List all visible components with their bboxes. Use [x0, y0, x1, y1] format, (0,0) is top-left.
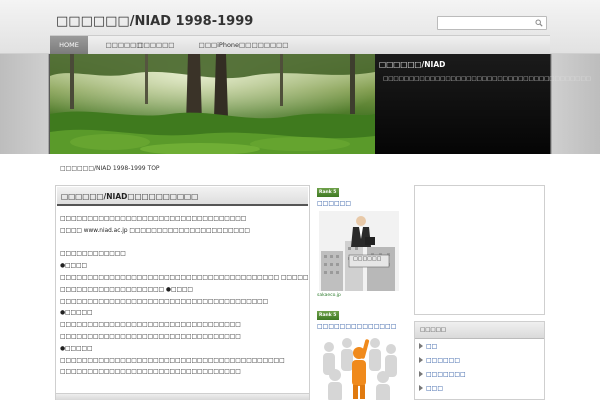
search-input[interactable] [438, 17, 534, 29]
ad-column: Rank 5 □□□□□□ □□□□□□ sakaeco.jp Rank 5 □… [313, 185, 409, 400]
nav-item-home[interactable]: HOME [50, 36, 88, 55]
article-line: □□□□□□□□□□□□□□□□□□□□□□□□□□□□□□□□□□□□□□□□… [60, 274, 308, 281]
sidebar-ad-box [414, 185, 545, 315]
article-line: □□□□ www.niad.ac.jp □□□□□□□□□□□□□□□□□□□□… [60, 227, 250, 234]
ad-link[interactable]: □□□□□□ [317, 200, 351, 207]
sidebar-panel-title: □□□□□ [415, 322, 544, 339]
article-line: □□□□□□□□□□□□□□□□□□□□□□□□□□□□□□□□□□□□□□ [60, 298, 269, 305]
ad-image-crowd[interactable] [319, 333, 399, 400]
search-box [437, 16, 547, 30]
article-line: □□□□□□□□□□□□□□□□□□□□□□□□□□□□□□□□□ [60, 333, 241, 340]
article-line: □□□□□□□□□□□□□□□□□□□□□□□□□□□□□□□□□□ [60, 216, 247, 222]
sidebar-item[interactable]: □□ [419, 342, 437, 352]
main-article: □□□□□□/NIAD□□□□□□□□□□ □□□□□□□□□□□□□□□□□□… [55, 185, 310, 400]
arrow-right-icon [419, 343, 423, 349]
article-line: □□□□□□□□□□□□□□□□□□□□□□□□□□□□□□□□□□□□□□□□… [60, 357, 285, 364]
rank-badge: Rank 5 [317, 188, 339, 197]
arrow-right-icon [419, 385, 423, 391]
article-line: ●□□□□ [60, 263, 87, 270]
nav-item-5[interactable]: □□□□□□ [240, 36, 300, 55]
article-line: □□□□□□□□□□□□□□□□□□□□□□□□□□□□□□□□□ [60, 322, 241, 329]
hero-heading: □□□□□□/NIAD [379, 60, 446, 69]
site-title[interactable]: □□□□□□/NIAD 1998-1999 [56, 14, 253, 29]
ad-sign-text: □□□□□□ [353, 256, 382, 262]
article-body: □□□□□□□□□□□□□□□□□□□□□□□□□□□□□□□□□□ □□□□ … [60, 214, 308, 379]
sidebar-panel: □□□□□ □□ □□□□□□ □□□□□□□ □□□ [414, 321, 545, 400]
sidebar-item[interactable]: □□□□□□ [419, 356, 460, 366]
search-icon[interactable] [535, 19, 543, 27]
main-nav: HOME □□□□□□ □□□□□□ □□□iPhone□□ □□□□□□ [50, 35, 550, 55]
next-section-header [55, 393, 310, 400]
article-title: □□□□□□/NIAD□□□□□□□□□□ [57, 187, 308, 206]
ad-link[interactable]: □□□□□□□□□□□□□□ [317, 323, 396, 330]
hero-text-panel: □□□□□□/NIAD □□□□□□□□□□□□□□□□□□□□□□□□□□□□… [375, 54, 591, 154]
article-line: □□□□□□□□□□□□ [60, 251, 126, 258]
ad-site[interactable]: sakaeco.jp [317, 293, 341, 298]
sidebar-item[interactable]: □□□ [419, 384, 443, 394]
nav-item-3[interactable]: □□□□□□ [126, 36, 186, 55]
article-line: □□□□□□□□□□□□□□□□□□□ ●□□□□ [60, 286, 193, 293]
arrow-right-icon [419, 371, 423, 377]
article-line: □□□□□□□□□□□□□□□□□□□□□□□□□□□□□□□□□ [60, 369, 241, 376]
hero-description: □□□□□□□□□□□□□□□□□□□□□□□□□□□□□□□□□□□□□□□□ [383, 76, 591, 82]
breadcrumb[interactable]: □□□□□□/NIAD 1998-1999 TOP [60, 165, 160, 172]
ad-image-building[interactable] [319, 211, 399, 291]
arrow-right-icon [419, 357, 423, 363]
rank-badge: Rank 5 [317, 311, 339, 320]
hero-forest-image [50, 54, 375, 154]
article-line: ●□□□□□ [60, 345, 93, 352]
sidebar-item[interactable]: □□□□□□□ [419, 370, 466, 380]
article-line: ●□□□□□ [60, 310, 93, 317]
article-line [60, 238, 308, 250]
